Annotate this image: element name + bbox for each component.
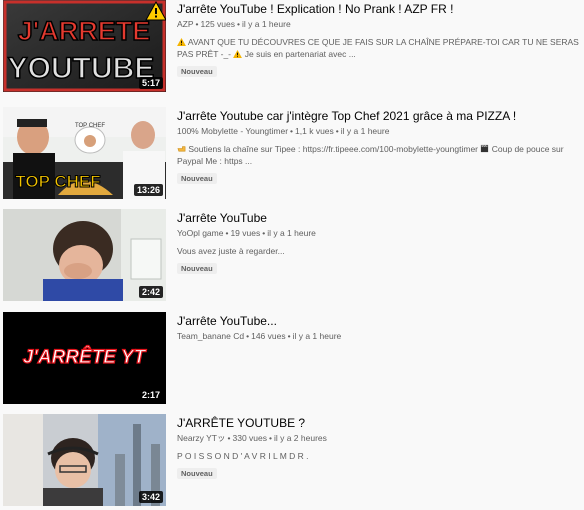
warning-icon [177,38,186,46]
pointing-hand-icon [177,146,186,152]
video-duration: 3:42 [138,491,163,503]
svg-text:TOP CHEF: TOP CHEF [75,123,105,129]
video-description: Soutiens la chaîne sur Tipee : https://f… [177,143,581,167]
video-result-3[interactable]: 2:42 J'arrête YouTube YoOpl game • 19 vues… [0,209,584,301]
video-info: J'ARRÊTE YOUTUBE ? Nearzy YTッ • 330 vues • i… [177,414,581,481]
upload-time: il y a 1 heure [267,228,316,238]
view-count: 125 vues [200,19,236,29]
search-results-list: J'ARRETE YOUTUBE 5:17 J'arrête YouTube !… [0,0,584,510]
video-thumbnail[interactable]: J'ARRÊTE YT 2:17 [3,312,166,404]
upload-time: il y a 1 heure [340,126,390,136]
video-result-2[interactable]: TOP CHEF TOP CHEF 13:26 J'arrête Youtube… [0,107,584,207]
video-title[interactable]: J'ARRÊTE YOUTUBE ? [177,415,581,431]
video-title[interactable]: J'arrête YouTube ! Explication ! No Pran… [177,1,581,17]
video-title[interactable]: J'arrête YouTube [177,210,581,226]
channel-name[interactable]: Team_banane Cd [177,331,244,341]
video-description: P O I S S O N D ' A V R I L M D R . [177,451,309,461]
upload-time: il y a 2 heures [273,433,327,443]
view-count: 1,1 k vues [295,126,334,136]
new-badge: Nouveau [177,468,217,479]
warning-icon [233,50,243,58]
video-duration: 5:17 [138,77,163,89]
video-meta: Team_banane Cd • 146 vues • il y a 1 heure [177,331,342,341]
description-text: Soutiens la chaîne sur Tipee : https://f… [188,144,479,154]
channel-name[interactable]: 100% Mobylette - Youngtimer [177,126,288,136]
video-thumbnail[interactable]: 2:42 [3,209,166,301]
thumbnail-caption-top: J'ARRETE [18,16,150,46]
video-description: Vous avez juste à regarder... [177,246,285,256]
video-duration: 2:17 [138,389,163,401]
video-info: J'arrête YouTube YoOpl game • 19 vues • il y… [177,209,581,276]
video-meta: AZP • 125 vues • il y a 1 heure [177,19,291,29]
thumbnail-caption: TOP CHEF [15,172,100,191]
channel-name[interactable]: Nearzy YTッ [177,433,226,443]
new-badge: Nouveau [177,173,217,184]
video-title[interactable]: J'arrête Youtube car j'intègre Top Chef … [177,108,581,124]
new-badge: Nouveau [177,263,217,274]
view-count: 19 vues [230,228,261,238]
video-result-1[interactable]: J'ARRETE YOUTUBE 5:17 J'arrête YouTube !… [0,0,584,100]
new-badge: Nouveau [177,66,217,77]
upload-time: il y a 1 heure [242,19,291,29]
video-result-5[interactable]: 3:42 J'ARRÊTE YOUTUBE ? Nearzy YTッ • 330 v… [0,414,584,506]
thumbnail-caption: J'ARRÊTE YT [23,346,147,368]
view-count: 330 vues [232,433,267,443]
channel-name[interactable]: AZP [177,19,194,29]
video-info: J'arrête YouTube ! Explication ! No Pran… [177,0,581,79]
thumbnail-caption-bottom: YOUTUBE [8,52,155,85]
clapperboard-icon [481,144,489,153]
video-meta: YoOpl game • 19 vues • il y a 1 heure [177,228,316,238]
video-info: J'arrête YouTube... Team_banane Cd • 146 v… [177,312,581,342]
video-info: J'arrête Youtube car j'intègre Top Chef … [177,107,581,186]
video-description: AVANT QUE TU DÉCOUVRES CE QUE JE FAIS SU… [177,36,581,60]
video-meta: 100% Mobylette - Youngtimer • 1,1 k vues • i… [177,126,390,136]
video-duration: 13:26 [133,184,163,196]
channel-name[interactable]: YoOpl game [177,228,223,238]
video-thumbnail[interactable]: 3:42 [3,414,166,506]
video-result-4[interactable]: J'ARRÊTE YT 2:17 J'arrête YouTube... Tea… [0,312,584,404]
video-thumbnail[interactable]: TOP CHEF TOP CHEF 13:26 [3,107,166,199]
video-thumbnail[interactable]: J'ARRETE YOUTUBE 5:17 [3,0,166,92]
description-text-continued: Je suis en partenariat avec ... [244,49,356,59]
video-title[interactable]: J'arrête YouTube... [177,313,581,329]
view-count: 146 vues [251,331,286,341]
video-meta: Nearzy YTッ • 330 vues • il y a 2 heures [177,433,327,443]
upload-time: il y a 1 heure [292,331,342,341]
video-duration: 2:42 [138,286,163,298]
